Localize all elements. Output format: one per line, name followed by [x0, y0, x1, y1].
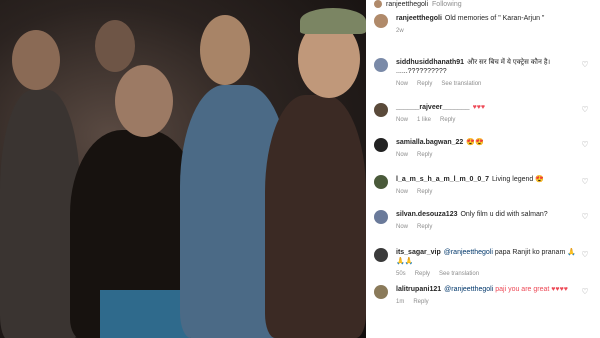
heart-icon[interactable]: ♡ [580, 177, 590, 187]
comment-time: 1m [396, 299, 405, 305]
comment-time: Now [396, 189, 409, 195]
comment-time: Now [396, 224, 409, 230]
reply-button[interactable]: Reply [417, 188, 432, 197]
reply-button[interactable]: Reply [417, 151, 432, 160]
figure-right-hat [300, 8, 366, 34]
post-header: ranjeetthegoli Following [366, 0, 600, 8]
comment-mention[interactable]: @ranjeetthegoli [444, 286, 495, 293]
figure-left-head [12, 30, 60, 90]
comment-avatar[interactable] [374, 103, 388, 117]
reply-button[interactable]: Reply [417, 223, 432, 232]
comment-text: paji you are great ♥♥♥♥ [495, 286, 568, 293]
comment-avatar[interactable] [374, 285, 388, 299]
heart-icon[interactable]: ♡ [580, 60, 590, 70]
comment-username[interactable]: its_sagar_vip [396, 249, 441, 256]
comment-avatar[interactable] [374, 175, 388, 189]
comment-username[interactable]: ______rajveer_______ [396, 104, 470, 111]
comment-avatar[interactable] [374, 248, 388, 262]
post-photo[interactable] [0, 0, 366, 338]
figure-woman-jeans [100, 290, 190, 338]
instagram-post-view: ranjeetthegoli Following ranjeetthegoli O… [0, 0, 600, 338]
heart-icon[interactable]: ♡ [580, 212, 590, 222]
author-username[interactable]: ranjeetthegoli [386, 1, 428, 8]
caption-avatar[interactable] [374, 14, 388, 28]
comment-text: Only film u did with salman? [460, 211, 548, 218]
reply-button[interactable]: Reply [417, 80, 432, 89]
heart-icon[interactable]: ♡ [580, 287, 590, 297]
comment-time: Now [396, 152, 409, 158]
comment-username[interactable]: silvan.desouza123 [396, 211, 457, 218]
comment-username[interactable]: lalitrupani121 [396, 286, 441, 293]
figure-left [0, 90, 80, 338]
comment-text: 😍😍 [466, 139, 484, 146]
heart-icon[interactable]: ♡ [580, 140, 590, 150]
likes-count[interactable]: 1 like [417, 116, 431, 125]
comment-mention[interactable]: @ranjeetthegoli [444, 249, 495, 256]
reply-button[interactable]: Reply [415, 270, 430, 279]
reply-button[interactable]: Reply [440, 116, 455, 125]
comment-avatar[interactable] [374, 138, 388, 152]
figure-woman-head [115, 65, 173, 137]
see-translation-button[interactable]: See translation [439, 270, 479, 279]
comment-username[interactable]: samialla.bagwan_22 [396, 139, 463, 146]
caption-text: Old memories of " Karan-Arjun " [444, 15, 545, 22]
see-translation-button[interactable]: See translation [441, 80, 481, 89]
comment-username[interactable]: l_a_m_s_h_a_m_l_m_0_0_7 [396, 176, 489, 183]
comment-time: Now [396, 81, 409, 87]
comment-text: Living legend 😍 [492, 176, 544, 183]
comment-avatar[interactable] [374, 210, 388, 224]
figure-right [265, 95, 366, 338]
caption-time: 2w [396, 28, 404, 34]
comment-username[interactable]: siddhusiddhanath91 [396, 59, 464, 66]
caption-username[interactable]: ranjeetthegoli [396, 15, 442, 22]
heart-icon[interactable]: ♡ [580, 105, 590, 115]
comment-avatar[interactable] [374, 58, 388, 72]
comment-time: 50s [396, 271, 406, 277]
comment-text: ♥♥♥ [472, 104, 486, 111]
comments-panel: ranjeetthegoli Following ranjeetthegoli O… [366, 0, 600, 338]
follow-status[interactable]: Following [432, 1, 462, 8]
author-avatar[interactable] [374, 0, 382, 8]
figure-back-head [95, 20, 135, 72]
comment-time: Now [396, 117, 409, 123]
figure-striped-shirt-head [200, 15, 250, 85]
heart-icon[interactable]: ♡ [580, 250, 590, 260]
reply-button[interactable]: Reply [413, 298, 428, 307]
